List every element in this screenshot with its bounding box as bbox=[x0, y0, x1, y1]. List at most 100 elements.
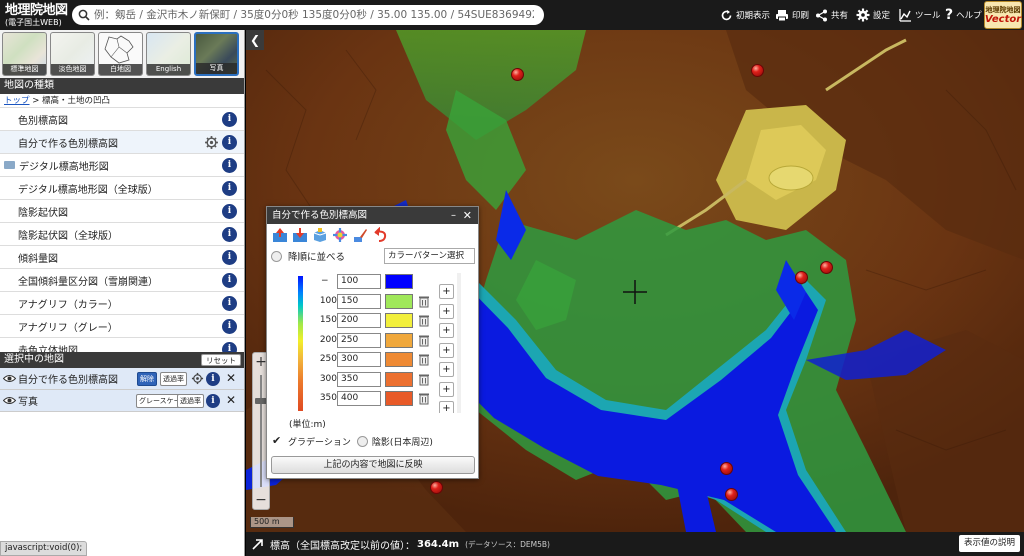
zoom-track[interactable] bbox=[260, 375, 262, 487]
add-row-button[interactable]: + bbox=[439, 284, 454, 299]
selected-layer-item[interactable]: 自分で作る色別標高図 解除 透過率 i ✕ bbox=[0, 368, 244, 390]
add-row-button[interactable]: + bbox=[439, 362, 454, 377]
info-icon[interactable]: i bbox=[222, 296, 237, 311]
trash-icon[interactable] bbox=[419, 353, 429, 366]
opacity-button[interactable]: 透過率 bbox=[177, 394, 204, 408]
layer-item[interactable]: デジタル標高地形図（全球版） i bbox=[0, 177, 244, 200]
add-row-button[interactable]: + bbox=[439, 323, 454, 338]
info-icon[interactable]: i bbox=[222, 250, 237, 265]
info-icon[interactable]: i bbox=[222, 158, 237, 173]
search-box[interactable] bbox=[72, 5, 544, 25]
dialog-title-bar[interactable]: 自分で作る色別標高図 – ✕ bbox=[267, 207, 478, 224]
vector-logo[interactable]: 地理院地図 Vector bbox=[984, 1, 1022, 29]
reset-button[interactable]: リセット bbox=[201, 354, 241, 366]
info-icon[interactable]: i bbox=[222, 112, 237, 127]
basemap-photo[interactable]: 写真 bbox=[194, 32, 239, 76]
add-row-button[interactable]: + bbox=[439, 401, 454, 413]
upper-value-input[interactable]: 200 bbox=[337, 313, 381, 328]
scale-scrollbar[interactable] bbox=[457, 273, 461, 413]
reset-view-button[interactable]: 初期表示 bbox=[720, 6, 770, 24]
box-icon[interactable] bbox=[312, 227, 328, 243]
apply-button[interactable]: 上記の内容で地図に反映 bbox=[271, 456, 475, 474]
color-gear-icon[interactable] bbox=[332, 227, 348, 243]
eye-icon[interactable] bbox=[3, 396, 16, 405]
zoom-out-button[interactable]: − bbox=[253, 491, 269, 509]
info-icon[interactable]: i bbox=[222, 319, 237, 334]
close-icon[interactable]: ✕ bbox=[226, 371, 236, 385]
map-marker[interactable] bbox=[430, 481, 443, 494]
layer-item[interactable]: 傾斜量図 i bbox=[0, 246, 244, 269]
print-button[interactable]: 印刷 bbox=[775, 6, 809, 24]
layer-item[interactable]: 陰影起伏図 i bbox=[0, 200, 244, 223]
gear-icon[interactable] bbox=[191, 372, 204, 385]
add-row-button[interactable]: + bbox=[439, 381, 454, 397]
add-row-button[interactable]: + bbox=[439, 303, 454, 319]
basemap-pale[interactable]: 淡色地図 bbox=[50, 32, 95, 76]
info-icon[interactable]: i bbox=[222, 227, 237, 242]
info-icon[interactable]: i bbox=[206, 372, 220, 386]
info-icon[interactable]: i bbox=[222, 135, 237, 150]
minimize-icon[interactable]: – bbox=[451, 207, 456, 224]
map-marker[interactable] bbox=[720, 462, 733, 475]
site-logo[interactable]: 地理院地図 (電子国土WEB) bbox=[0, 0, 70, 30]
layer-folder[interactable]: デジタル標高地形図 i bbox=[0, 154, 244, 177]
tools-button[interactable]: ツール bbox=[898, 6, 941, 24]
trash-icon[interactable] bbox=[419, 295, 429, 308]
basemap-english[interactable]: English bbox=[146, 32, 191, 76]
trash-icon[interactable] bbox=[419, 314, 429, 327]
undo-icon[interactable] bbox=[372, 227, 388, 243]
share-button[interactable]: 共有 bbox=[815, 6, 848, 24]
color-swatch[interactable] bbox=[385, 332, 413, 348]
color-swatch[interactable] bbox=[385, 352, 413, 367]
help-button[interactable]: ? ヘルプ bbox=[945, 6, 982, 24]
basemap-blank[interactable]: 白地図 bbox=[98, 32, 143, 76]
color-swatch[interactable] bbox=[385, 274, 413, 289]
gear-icon[interactable] bbox=[204, 135, 219, 150]
save-icon[interactable] bbox=[292, 227, 308, 243]
info-icon[interactable]: i bbox=[222, 342, 237, 352]
color-pattern-select[interactable]: カラーパターン選択 bbox=[384, 248, 475, 264]
map-marker[interactable] bbox=[795, 271, 808, 284]
gradation-checkbox[interactable]: ✔ bbox=[272, 435, 284, 447]
layer-item[interactable]: 陰影起伏図（全球版） i bbox=[0, 223, 244, 246]
upper-value-input[interactable]: 300 bbox=[337, 352, 381, 367]
layer-item[interactable]: アナグリフ（グレー） i bbox=[0, 315, 244, 338]
settings-button[interactable]: 設定 bbox=[856, 6, 890, 24]
search-input[interactable] bbox=[94, 9, 534, 21]
upper-value-input[interactable]: 150 bbox=[337, 293, 381, 309]
layer-item[interactable]: 色別標高図 i bbox=[0, 108, 244, 131]
map-marker[interactable] bbox=[725, 488, 738, 501]
color-swatch[interactable] bbox=[385, 371, 413, 387]
info-icon[interactable]: i bbox=[222, 181, 237, 196]
collapse-panel-button[interactable]: ❮ bbox=[246, 30, 264, 50]
release-button[interactable]: 解除 bbox=[137, 372, 157, 386]
info-icon[interactable]: i bbox=[206, 394, 220, 408]
layer-item[interactable]: 赤色立体地図 i bbox=[0, 338, 244, 352]
upper-value-input[interactable]: 100 bbox=[337, 274, 381, 289]
trash-icon[interactable] bbox=[419, 334, 429, 347]
selected-layer-item[interactable]: 写真 グレースケール 透過率 i ✕ bbox=[0, 390, 244, 412]
info-icon[interactable]: i bbox=[222, 273, 237, 288]
add-row-button[interactable]: + bbox=[439, 342, 454, 358]
trash-icon[interactable] bbox=[419, 373, 429, 386]
upper-value-input[interactable]: 400 bbox=[337, 391, 381, 406]
layer-item[interactable]: 自分で作る色別標高図 i bbox=[0, 131, 244, 154]
eye-icon[interactable] bbox=[3, 374, 16, 383]
basemap-standard[interactable]: 標準地図 bbox=[2, 32, 47, 76]
brush-icon[interactable] bbox=[352, 227, 368, 243]
opacity-button[interactable]: 透過率 bbox=[160, 372, 187, 386]
color-swatch[interactable] bbox=[385, 391, 413, 406]
value-explanation-button[interactable]: 表示値の説明 bbox=[958, 535, 1020, 552]
color-swatch[interactable] bbox=[385, 293, 413, 309]
upper-value-input[interactable]: 350 bbox=[337, 371, 381, 387]
shade-toggle[interactable] bbox=[356, 435, 368, 447]
map-marker[interactable] bbox=[511, 68, 524, 81]
breadcrumb-top-link[interactable]: トップ bbox=[4, 96, 30, 106]
layer-item[interactable]: アナグリフ（カラー） i bbox=[0, 292, 244, 315]
trash-icon[interactable] bbox=[419, 392, 429, 405]
close-icon[interactable]: ✕ bbox=[463, 207, 472, 224]
info-icon[interactable]: i bbox=[222, 204, 237, 219]
layer-item[interactable]: 全国傾斜量区分図（雪崩関連） i bbox=[0, 269, 244, 292]
close-icon[interactable]: ✕ bbox=[226, 393, 236, 407]
map-marker[interactable] bbox=[820, 261, 833, 274]
